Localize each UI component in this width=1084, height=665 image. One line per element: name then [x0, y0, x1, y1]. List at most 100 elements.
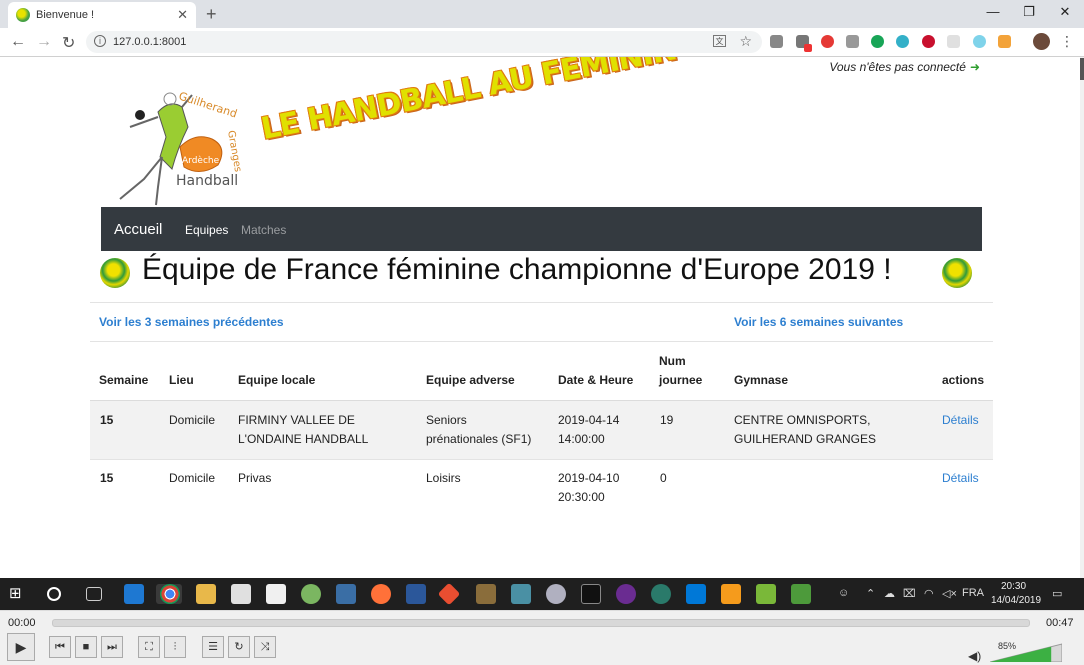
cell-gymnase: CENTRE OMNISPORTS,	[734, 413, 871, 427]
windows-taskbar: ⊞ ☺ ⌃ ☁ ⌧ ◠ ◁× FRA 20:30 14/04/2019 ▭	[0, 578, 1084, 610]
divider	[90, 341, 993, 342]
logo-text-ardeche: Ardèche	[182, 155, 220, 166]
extended-settings-icon[interactable]: ⫶	[164, 636, 186, 658]
stop-button-icon[interactable]: ■	[75, 636, 97, 658]
speaker-muted-icon[interactable]: ◁×	[942, 587, 957, 600]
minimize-icon[interactable]: —	[975, 4, 1011, 19]
new-tab-icon[interactable]: +	[206, 4, 217, 25]
tray-chevron-up-icon[interactable]: ⌃	[866, 587, 875, 600]
col-header-gymnase: Gymnase	[734, 373, 789, 387]
wifi-icon[interactable]: ◠	[924, 587, 934, 600]
fullscreen-icon[interactable]: ⛶	[138, 636, 160, 658]
purple-app-icon[interactable]	[616, 584, 636, 604]
terminal-icon[interactable]	[581, 584, 601, 604]
reload-icon[interactable]: ↻	[62, 33, 75, 53]
site-info-icon[interactable]: i	[94, 35, 106, 47]
details-link[interactable]: Détails	[942, 411, 979, 430]
col-header-num: Num	[659, 354, 686, 368]
col-header-date-heure: Date & Heure	[558, 373, 634, 387]
login-status[interactable]: Vous n'êtes pas connecté ➜	[829, 60, 980, 74]
people-icon[interactable]: ☺	[838, 587, 849, 599]
browser-tab[interactable]: Bienvenue ! ✕	[8, 2, 196, 28]
language-indicator[interactable]: FRA	[962, 587, 984, 599]
volume-icon[interactable]: ◀)	[968, 649, 981, 663]
orange-app-icon[interactable]	[721, 584, 741, 604]
mail-icon[interactable]	[266, 584, 286, 604]
k-app-icon[interactable]	[336, 584, 356, 604]
grammarly-icon[interactable]	[871, 35, 884, 48]
seek-bar[interactable]	[52, 619, 1030, 627]
vscode-icon[interactable]	[686, 584, 706, 604]
previous-button-icon[interactable]: ⏮	[49, 636, 71, 658]
paint-app-icon[interactable]	[546, 584, 566, 604]
search-icon[interactable]	[47, 587, 61, 601]
handball-ball-icon	[942, 258, 972, 288]
network-status-icon[interactable]: ⌧	[903, 587, 916, 600]
cell-heure: 20:30:00	[558, 490, 605, 504]
edge-icon[interactable]	[124, 584, 144, 604]
nav-brand-accueil[interactable]: Accueil	[114, 221, 162, 238]
back-arrow-icon[interactable]: ←	[10, 33, 26, 51]
opera-extension-icon[interactable]	[922, 35, 935, 48]
orange-extension-icon[interactable]	[998, 35, 1011, 48]
git-icon[interactable]	[437, 582, 461, 606]
previous-weeks-link[interactable]: Voir les 3 semaines précédentes	[99, 315, 284, 329]
globe-app-icon[interactable]	[651, 584, 671, 604]
archive-app-icon[interactable]	[476, 584, 496, 604]
notifications-icon[interactable]: ▭	[1052, 587, 1062, 600]
red-extension-icon[interactable]	[821, 35, 834, 48]
logo-text-handball: Handball	[176, 173, 238, 189]
play-button-icon[interactable]: ▶	[7, 633, 35, 661]
clock-date[interactable]: 14/04/2019	[991, 595, 1041, 606]
camera-extension-icon[interactable]	[770, 35, 783, 48]
task-view-icon[interactable]	[86, 587, 102, 601]
page-scrollbar[interactable]	[1080, 57, 1084, 578]
address-bar[interactable]: i 127.0.0.1:8001 文 ☆	[86, 31, 762, 53]
scrollbar-thumb[interactable]	[1080, 58, 1084, 80]
code-extension-icon[interactable]	[846, 35, 859, 48]
firefox-icon[interactable]	[371, 584, 391, 604]
shuffle-icon[interactable]: ⤨	[254, 636, 276, 658]
green-c-app-icon-2[interactable]	[791, 584, 811, 604]
cell-journee: 0	[660, 471, 667, 485]
restore-icon[interactable]: ❐	[1011, 4, 1047, 20]
sign-in-icon[interactable]: ➜	[970, 60, 980, 74]
green-app-icon[interactable]	[301, 584, 321, 604]
extension-badge	[804, 44, 812, 52]
store-icon[interactable]	[231, 584, 251, 604]
window-close-icon[interactable]: ✕	[1047, 4, 1083, 20]
translate-icon[interactable]: 文	[713, 35, 726, 47]
menu-dots-icon[interactable]: ⋮	[1060, 33, 1074, 50]
green-c-app-icon[interactable]	[756, 584, 776, 604]
file-explorer-icon[interactable]	[196, 584, 216, 604]
cell-lieu: Domicile	[169, 471, 216, 485]
tab-close-icon[interactable]: ✕	[177, 7, 188, 23]
forward-arrow-icon[interactable]: →	[36, 33, 52, 51]
current-time: 00:00	[8, 617, 36, 629]
playlist-icon[interactable]: ☰	[202, 636, 224, 658]
next-weeks-link[interactable]: Voir les 6 semaines suivantes	[734, 315, 903, 329]
col-header-actions: actions	[942, 373, 985, 387]
clock-time[interactable]: 20:30	[1001, 581, 1026, 592]
blank-extension-icon[interactable]	[947, 35, 960, 48]
logo-text-guilherand: Guilherand	[177, 89, 239, 120]
windows-start-icon[interactable]: ⊞	[9, 584, 29, 604]
cell-gymnase-line2: GUILHERAND GRANGES	[734, 432, 877, 446]
bookmark-star-icon[interactable]: ☆	[739, 33, 752, 50]
volume-slider[interactable]	[990, 642, 1062, 662]
word-icon[interactable]	[406, 584, 426, 604]
profile-avatar[interactable]	[1033, 33, 1050, 50]
nav-link-equipes[interactable]: Equipes	[185, 223, 228, 237]
details-link[interactable]: Détails	[942, 469, 979, 488]
nav-link-matches[interactable]: Matches	[241, 223, 286, 237]
cell-equipe-locale: FIRMINY VALLEE DE	[238, 413, 355, 427]
loop-icon[interactable]: ↻	[228, 636, 250, 658]
network-app-icon[interactable]	[511, 584, 531, 604]
snowflake-extension-icon[interactable]	[973, 35, 986, 48]
headline: Équipe de France féminine championne d'E…	[100, 253, 980, 293]
row-divider	[90, 459, 993, 460]
chrome-icon[interactable]	[160, 584, 180, 604]
next-button-icon[interactable]: ⏭	[101, 636, 123, 658]
cloud-sync-icon[interactable]: ☁	[884, 587, 895, 600]
tracker-extension-icon[interactable]	[896, 35, 909, 48]
